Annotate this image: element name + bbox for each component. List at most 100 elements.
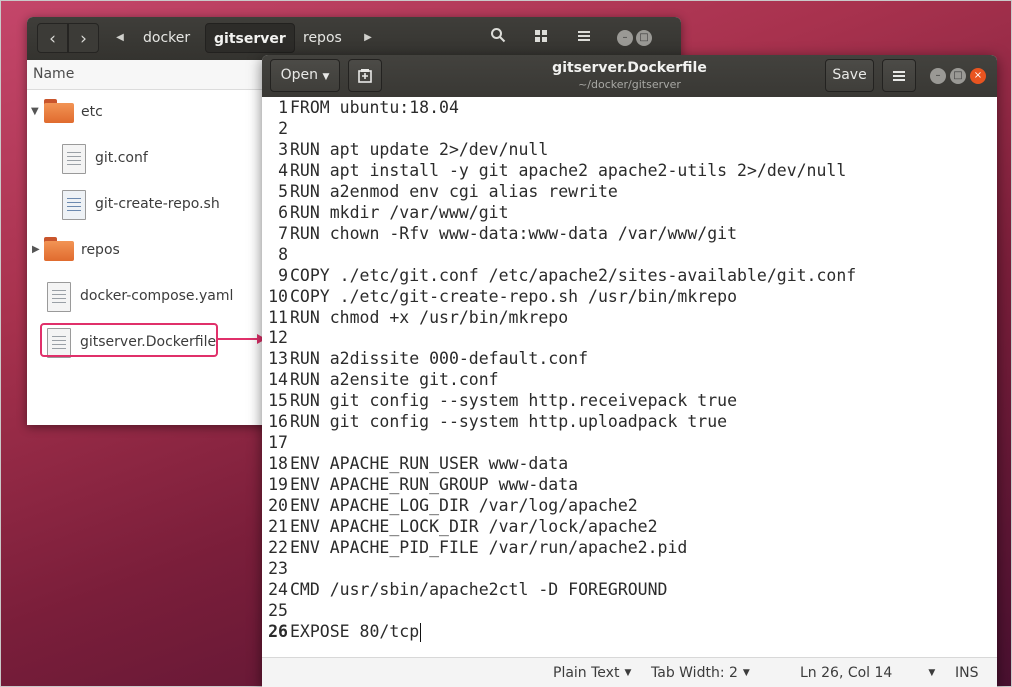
code-text: RUN git config --system http.receivepack… [290, 391, 738, 411]
code-text: ENV APACHE_LOG_DIR /var/log/apache2 [290, 496, 638, 516]
code-line[interactable]: 17 [262, 432, 997, 453]
name-column-label: Name [33, 66, 75, 82]
back-button[interactable]: ‹ [37, 23, 68, 53]
status-bar: Plain Text ▼ Tab Width: 2 ▼ Ln 26, Col 14 ▼… [262, 657, 997, 687]
chevron-down-icon: ▼ [624, 668, 632, 678]
language-label: Plain Text [553, 665, 620, 681]
code-line[interactable]: 1 FROM ubuntu:18.04 [262, 97, 997, 118]
document-path: ~/docker/gitserver [578, 78, 681, 91]
folder-icon [44, 99, 74, 123]
open-button-label: Open [280, 67, 319, 83]
line-number: 18 [268, 454, 288, 474]
code-text: ENV APACHE_LOCK_DIR /var/lock/apache2 [290, 517, 658, 537]
list-item-git-conf[interactable]: git.conf [27, 136, 263, 182]
list-item-etc[interactable]: ▼ etc [27, 90, 263, 136]
file-manager-headerbar: ‹ › ◀ docker gitserver repos ▶ – □ [27, 17, 681, 60]
minimize-icon[interactable]: – [617, 30, 633, 46]
cursor-position-label: Ln 26, Col 14 [800, 665, 893, 681]
code-text: RUN chmod +x /usr/bin/mkrepo [290, 307, 569, 327]
code-line[interactable]: 3 RUN apt update 2>/dev/null [262, 139, 997, 160]
item-label: repos [81, 242, 120, 258]
code-line[interactable]: 20 ENV APACHE_LOG_DIR /var/log/apache2 [262, 495, 997, 516]
code-line[interactable]: 18 ENV APACHE_RUN_USER www-data [262, 453, 997, 474]
code-line[interactable]: 7 RUN chown -Rfv www-data:www-data /var/w… [262, 223, 997, 244]
save-button[interactable]: Save [825, 59, 874, 92]
code-text: COPY ./etc/git-create-repo.sh /usr/bin/m… [290, 286, 738, 306]
code-line[interactable]: 4 RUN apt install -y git apache2 apache2-… [262, 160, 997, 181]
line-number: 1 [278, 98, 288, 117]
line-number: 3 [278, 139, 288, 159]
text-view[interactable]: 1 FROM ubuntu:18.04 2 3 RUN apt update 2>/de… [262, 97, 997, 657]
forward-button[interactable]: › [68, 23, 99, 53]
line-number: 10 [268, 286, 288, 306]
line-number: 2 [278, 118, 288, 138]
cursor-position-selector[interactable]: Ln 26, Col 14 ▼ [800, 665, 935, 681]
code-line[interactable]: 2 [262, 118, 997, 139]
code-text: RUN a2enmod env cgi alias rewrite [290, 181, 618, 201]
new-tab-button[interactable] [348, 59, 382, 92]
code-line[interactable]: 8 [262, 244, 997, 265]
view-grid-icon[interactable] [524, 23, 558, 53]
language-selector[interactable]: Plain Text ▼ [553, 665, 631, 681]
code-text: FROM ubuntu:18.04 [290, 98, 459, 117]
text-file-icon [62, 144, 86, 174]
breadcrumb-right-icon[interactable]: ▶ [357, 23, 379, 53]
code-text: RUN a2dissite 000-default.conf [290, 349, 589, 369]
code-line[interactable]: 19 ENV APACHE_RUN_GROUP www-data [262, 474, 997, 495]
line-number: 17 [268, 433, 288, 453]
menu-icon[interactable] [567, 23, 601, 53]
collapsed-triangle-icon[interactable]: ▶ [32, 244, 40, 255]
code-line[interactable]: 15 RUN git config --system http.receivepa… [262, 390, 997, 411]
script-file-icon [62, 190, 86, 220]
code-text: RUN mkdir /var/www/git [290, 202, 509, 222]
line-number: 4 [278, 160, 288, 180]
list-item-repos[interactable]: ▶ repos [27, 228, 263, 274]
code-line[interactable]: 21 ENV APACHE_LOCK_DIR /var/lock/apache2 [262, 516, 997, 537]
code-line[interactable]: 6 RUN mkdir /var/www/git [262, 202, 997, 223]
code-line[interactable]: 26 EXPOSE 80/tcp [262, 621, 997, 642]
line-number: 11 [268, 307, 288, 327]
code-line[interactable]: 25 [262, 600, 997, 621]
item-label: git-create-repo.sh [95, 196, 220, 212]
maximize-icon[interactable]: □ [950, 68, 966, 84]
line-number: 5 [278, 181, 288, 201]
code-line[interactable]: 5 RUN a2enmod env cgi alias rewrite [262, 181, 997, 202]
chevron-down-icon: ▼ [322, 72, 330, 82]
text-cursor [420, 622, 422, 642]
expanded-triangle-icon[interactable]: ▼ [31, 106, 39, 117]
list-item-git-create-repo[interactable]: git-create-repo.sh [27, 182, 263, 228]
code-line[interactable]: 16 RUN git config --system http.uploadpac… [262, 411, 997, 432]
code-line[interactable]: 14 RUN a2ensite git.conf [262, 369, 997, 390]
code-line[interactable]: 12 [262, 327, 997, 348]
breadcrumb-gitserver[interactable]: gitserver [205, 23, 295, 53]
code-line[interactable]: 22 ENV APACHE_PID_FILE /var/run/apache2.p… [262, 537, 997, 558]
minimize-icon[interactable]: – [930, 68, 946, 84]
tab-width-selector[interactable]: Tab Width: 2 ▼ [651, 665, 750, 681]
line-number: 9 [278, 265, 288, 285]
line-number: 20 [268, 496, 288, 516]
maximize-icon[interactable]: □ [636, 30, 652, 46]
code-line[interactable]: 11 RUN chmod +x /usr/bin/mkrepo [262, 307, 997, 328]
line-number: 25 [268, 600, 288, 620]
close-icon[interactable]: × [970, 68, 986, 84]
code-line[interactable]: 9 COPY ./etc/git.conf /etc/apache2/sites-… [262, 265, 997, 286]
breadcrumb-docker[interactable]: docker [135, 23, 198, 53]
code-line[interactable]: 13 RUN a2dissite 000-default.conf [262, 348, 997, 369]
document-title: gitserver.Dockerfile [552, 60, 707, 76]
code-line[interactable]: 10 COPY ./etc/git-create-repo.sh /usr/bin… [262, 286, 997, 307]
line-number: 13 [268, 349, 288, 369]
line-number: 23 [268, 558, 288, 578]
chevron-down-icon: ▼ [742, 668, 750, 678]
line-number: 12 [268, 328, 288, 348]
code-line[interactable]: 23 [262, 558, 997, 579]
tab-width-label: Tab Width: 2 [651, 665, 738, 681]
hamburger-menu-button[interactable] [882, 59, 916, 92]
breadcrumb-left-icon[interactable]: ◀ [109, 23, 131, 53]
new-document-icon [358, 69, 372, 83]
highlight-annotation [40, 323, 218, 357]
code-line[interactable]: 24 CMD /usr/sbin/apache2ctl -D FOREGROUND [262, 579, 997, 600]
search-icon[interactable] [481, 23, 515, 53]
list-item-docker-compose[interactable]: docker-compose.yaml [27, 274, 263, 320]
open-button[interactable]: Open ▼ [270, 59, 340, 92]
breadcrumb-repos[interactable]: repos [295, 23, 350, 53]
